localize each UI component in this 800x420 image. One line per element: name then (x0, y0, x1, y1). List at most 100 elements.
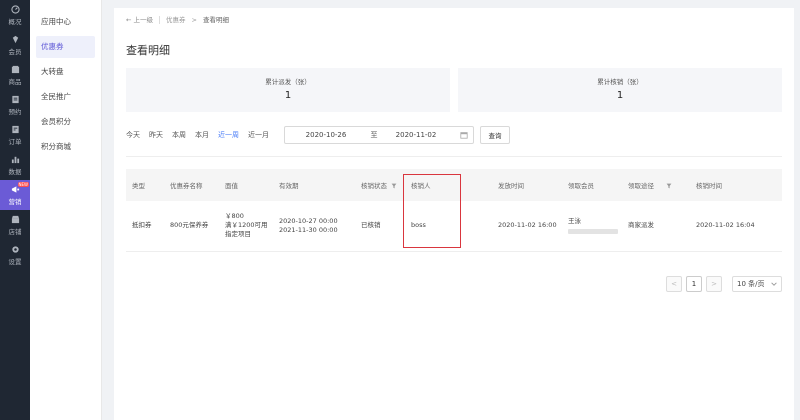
breadcrumb-parent[interactable]: 优惠券 (166, 8, 186, 32)
coupon-detail-table: 类型 优惠券名称 面值 有效期 核销状态 核销人 发放时间 领取会员 领取途径 … (126, 169, 782, 252)
date-to[interactable]: 2020-11-02 (381, 131, 451, 139)
col-name: 优惠券名称 (164, 169, 219, 201)
rail-item-settings[interactable]: 设置 (0, 240, 30, 270)
page-size-select[interactable]: 10 条/页 (732, 276, 782, 292)
col-issue-time: 发放时间 (492, 169, 562, 201)
submenu-points-mall[interactable]: 积分商城 (36, 136, 95, 158)
member-icon (12, 35, 18, 43)
marketing-submenu: 应用中心 优惠券 大转盘 全民推广 会员积分 积分商城 (30, 0, 102, 420)
new-badge: NEW (17, 182, 29, 187)
next-page-button[interactable]: > (706, 276, 722, 292)
face-value-scope: 指定项目 (225, 230, 251, 239)
rail-item-order[interactable]: 订单 (0, 120, 30, 150)
col-channel[interactable]: 领取途径 (622, 169, 690, 201)
rail-label: 预约 (8, 107, 22, 116)
rail-item-data[interactable]: 数据 (0, 150, 30, 180)
stat-value: 1 (616, 90, 624, 101)
range-last-month[interactable]: 近一月 (248, 130, 269, 140)
goods-icon (11, 65, 19, 73)
order-icon (11, 125, 19, 133)
breadcrumb-separator: > (191, 16, 197, 24)
rail-item-booking[interactable]: 预约 (0, 90, 30, 120)
range-this-month[interactable]: 本月 (195, 130, 209, 140)
col-status-label: 核销状态 (361, 182, 387, 190)
page-title: 查看明细 (126, 44, 170, 57)
rail-label: 营销 (8, 197, 22, 206)
cell-face-value: ￥800 满￥1200可用 指定项目 (219, 201, 273, 252)
cell-name: 800元保养券 (164, 201, 219, 252)
rail-item-store[interactable]: 店铺 (0, 210, 30, 240)
rail-item-marketing[interactable]: NEW 营销 (0, 180, 30, 210)
stat-label: 累计派发（张） (265, 78, 311, 86)
rail-label: 订单 (8, 137, 22, 146)
main-nav-rail: 概况 会员 商品 预约 订单 数据 NEW 营销 店铺 设置 (0, 0, 30, 420)
col-member: 领取会员 (562, 169, 622, 201)
rail-item-member[interactable]: 会员 (0, 30, 30, 60)
breadcrumb-current: 查看明细 (202, 16, 229, 24)
validity-from: 2020-10-27 00:00 (279, 216, 338, 225)
booking-icon (11, 95, 19, 103)
stat-label: 累计核销（张） (597, 78, 643, 86)
calendar-icon (460, 132, 468, 139)
chevron-down-icon (771, 282, 777, 286)
store-icon (11, 215, 19, 223)
stat-issued: 累计派发（张） 1 (126, 68, 450, 112)
rail-label: 店铺 (8, 227, 22, 236)
date-filter: 今天 昨天 本周 本月 近一周 近一月 2020-10-26 至 2020-11… (126, 126, 782, 144)
col-status[interactable]: 核销状态 (355, 169, 405, 201)
query-button[interactable]: 查询 (480, 126, 510, 144)
dashboard-icon (10, 4, 20, 14)
range-yesterday[interactable]: 昨天 (149, 130, 163, 140)
rail-label: 会员 (8, 47, 22, 56)
settings-icon (11, 245, 19, 253)
cell-type: 抵扣券 (126, 201, 164, 252)
breadcrumb-divider (159, 16, 161, 24)
pagination: < 1 > 10 条/页 (666, 276, 782, 292)
date-range-picker[interactable]: 2020-10-26 至 2020-11-02 (284, 126, 474, 144)
range-today[interactable]: 今天 (126, 130, 140, 140)
cell-verifier: boss (405, 201, 492, 252)
face-value-amount: ￥800 (225, 212, 244, 221)
col-validity: 有效期 (273, 169, 355, 201)
cell-verify-time: 2020-11-02 16:04 (690, 201, 782, 252)
col-verify-time: 核销时间 (690, 169, 782, 201)
cell-member: 王泳 (562, 201, 622, 252)
page-number[interactable]: 1 (686, 276, 702, 292)
prev-page-button[interactable]: < (666, 276, 682, 292)
date-from[interactable]: 2020-10-26 (285, 131, 367, 139)
rail-item-overview[interactable]: 概况 (0, 0, 30, 30)
submenu-promotion[interactable]: 全民推广 (36, 86, 95, 108)
col-channel-label: 领取途径 (628, 182, 654, 190)
submenu-lucky-wheel[interactable]: 大转盘 (36, 61, 95, 83)
rail-item-goods[interactable]: 商品 (0, 60, 30, 90)
table-row: 抵扣券 800元保养券 ￥800 满￥1200可用 指定项目 2020-10-2… (126, 201, 782, 252)
redacted-phone (568, 229, 618, 235)
rail-label: 商品 (8, 77, 22, 86)
cell-validity: 2020-10-27 00:00 2021-11-30 00:00 (273, 201, 355, 252)
back-link[interactable]: ← 上一级 (126, 8, 153, 32)
data-icon (11, 156, 19, 163)
rail-label: 概况 (8, 17, 22, 26)
cell-channel: 商家派发 (622, 201, 690, 252)
validity-to: 2021-11-30 00:00 (279, 225, 338, 234)
submenu-member-points[interactable]: 会员积分 (36, 111, 95, 133)
range-last-week[interactable]: 近一周 (218, 130, 239, 140)
submenu-coupon[interactable]: 优惠券 (36, 36, 95, 58)
rail-label: 设置 (8, 257, 22, 266)
table-header-row: 类型 优惠券名称 面值 有效期 核销状态 核销人 发放时间 领取会员 领取途径 … (126, 169, 782, 201)
range-this-week[interactable]: 本周 (172, 130, 186, 140)
divider (126, 156, 782, 157)
filter-icon[interactable] (391, 183, 397, 189)
rail-label: 数据 (8, 167, 22, 176)
col-face-value: 面值 (219, 169, 273, 201)
page-size-value: 10 条/页 (737, 280, 765, 288)
breadcrumb: ← 上一级 优惠券 > 查看明细 (126, 8, 782, 32)
main-content: ← 上一级 优惠券 > 查看明细 查看明细 累计派发（张） 1 累计核销（张） … (114, 8, 794, 420)
cell-issue-time: 2020-11-02 16:00 (492, 201, 562, 252)
stat-value: 1 (284, 90, 292, 101)
member-name: 王泳 (568, 217, 581, 226)
cell-status: 已核销 (355, 201, 405, 252)
filter-icon[interactable] (666, 183, 672, 189)
col-type: 类型 (126, 169, 164, 201)
submenu-app-center[interactable]: 应用中心 (36, 11, 95, 33)
